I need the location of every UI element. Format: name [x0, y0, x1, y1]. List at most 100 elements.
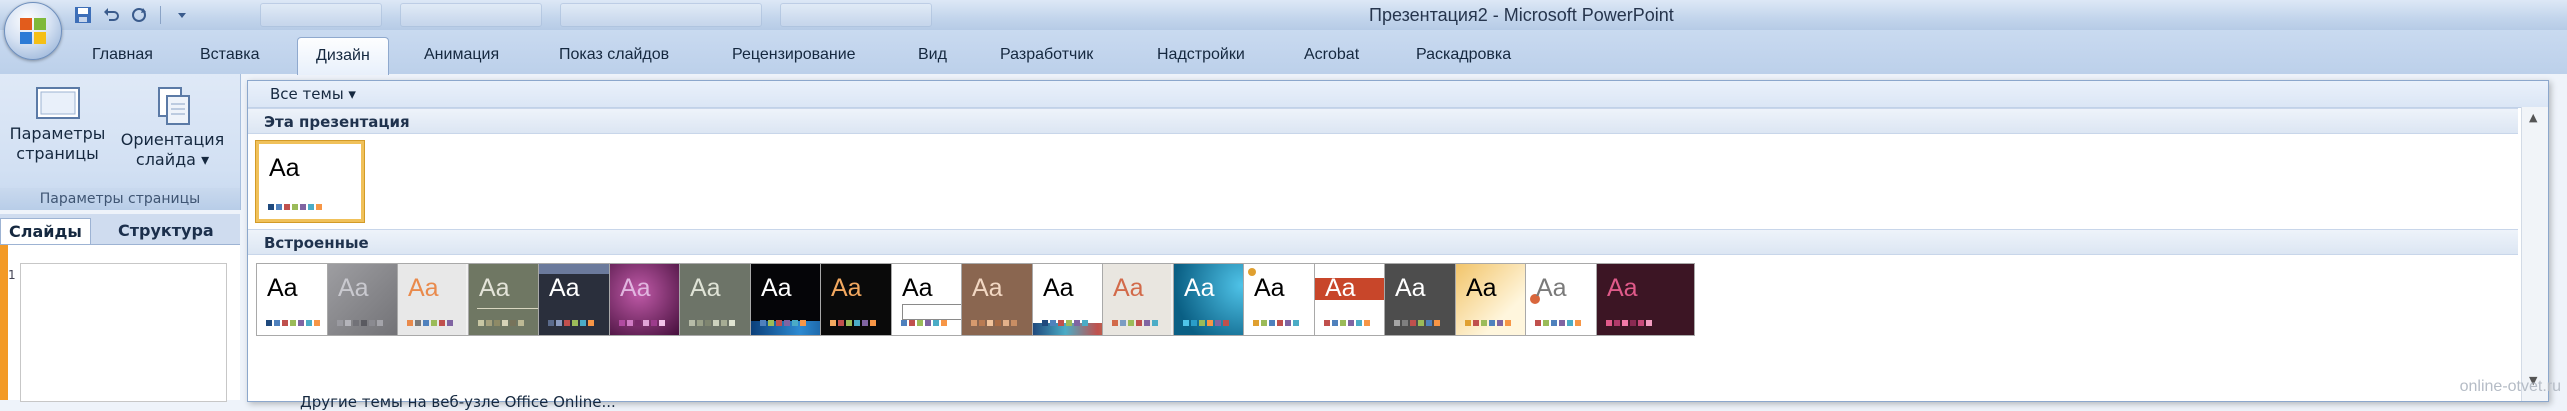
office-button[interactable] — [4, 2, 62, 60]
theme-aa-text: Aa — [690, 274, 721, 302]
theme-swatches — [1183, 320, 1229, 326]
window-title-text: Презентация2 - Microsoft PowerPoint — [1369, 5, 1674, 25]
color-swatch — [941, 320, 947, 326]
tab-home[interactable]: Главная — [78, 40, 167, 70]
more-themes-online-item[interactable]: Другие темы на веб-узле Office Online... — [300, 393, 616, 411]
page-setup-button[interactable]: Параметры страницы — [0, 80, 115, 190]
quick-access-toolbar — [72, 4, 193, 26]
color-swatch — [439, 320, 445, 326]
theme-aa-text: Aa — [1043, 274, 1074, 302]
tab-slides[interactable]: Слайды — [0, 218, 91, 244]
color-swatch — [1293, 320, 1299, 326]
theme-aa-text: Aa — [972, 274, 1003, 302]
color-swatch — [635, 320, 641, 326]
background-window-tab[interactable] — [780, 3, 932, 27]
color-swatch — [1003, 320, 1009, 326]
color-swatch — [697, 320, 703, 326]
color-swatch — [274, 320, 280, 326]
color-swatch — [268, 204, 274, 210]
background-window-tab[interactable] — [560, 3, 762, 27]
color-swatch — [659, 320, 665, 326]
theme-swatches — [689, 320, 735, 326]
color-swatch — [1481, 320, 1487, 326]
color-swatch — [1269, 320, 1275, 326]
theme-thumbnail[interactable]: Aa — [1596, 263, 1695, 336]
theme-thumbnail-current[interactable]: Aa — [256, 141, 364, 222]
color-swatch — [572, 320, 578, 326]
redo-icon[interactable] — [128, 4, 150, 26]
theme-aa-text: Aa — [1113, 274, 1144, 302]
page-setup-group: Параметры страницы Ориентация слайда ▾ П… — [0, 74, 241, 210]
tab-design[interactable]: Дизайн — [297, 37, 389, 75]
save-icon[interactable] — [72, 4, 94, 26]
theme-aa-text: Aa — [549, 274, 580, 302]
gallery-scrollbar[interactable]: ▲ ▼ — [2521, 107, 2548, 401]
background-window-tab[interactable] — [400, 3, 542, 27]
color-swatch — [353, 320, 359, 326]
scroll-up-icon[interactable]: ▲ — [2529, 111, 2537, 124]
color-swatch — [1277, 320, 1283, 326]
color-swatch — [729, 320, 735, 326]
slide-thumbnail[interactable] — [20, 263, 227, 402]
background-window-tab[interactable] — [260, 3, 382, 27]
color-swatch — [1082, 320, 1088, 326]
tab-animation[interactable]: Анимация — [410, 40, 513, 70]
color-swatch — [901, 320, 907, 326]
color-swatch — [917, 320, 923, 326]
color-swatch — [298, 320, 304, 326]
color-swatch — [1199, 320, 1205, 326]
color-swatch — [548, 320, 554, 326]
slide-orientation-label: Ориентация слайда ▾ — [120, 130, 225, 169]
theme-swatches — [971, 320, 1017, 326]
tab-slide-show[interactable]: Показ слайдов — [545, 40, 683, 70]
color-swatch — [377, 320, 383, 326]
color-swatch — [1120, 320, 1126, 326]
tab-view[interactable]: Вид — [904, 40, 961, 70]
color-swatch — [588, 320, 594, 326]
color-swatch — [1614, 320, 1620, 326]
color-swatch — [1559, 320, 1565, 326]
color-swatch — [308, 204, 314, 210]
watermark: online-otvet.ru — [2459, 378, 2561, 395]
tab-outline[interactable]: Структура — [110, 218, 222, 243]
theme-aa-text: Aa — [1184, 274, 1215, 302]
theme-aa-text: Aa — [1607, 274, 1638, 302]
theme-swatches — [337, 320, 383, 326]
tab-developer[interactable]: Разработчик — [986, 40, 1107, 70]
color-swatch — [1638, 320, 1644, 326]
slide-orientation-button[interactable]: Ориентация слайда ▾ — [115, 80, 230, 190]
color-swatch — [290, 320, 296, 326]
page-setup-icon — [35, 87, 80, 119]
tab-review[interactable]: Рецензирование — [718, 40, 870, 70]
customize-qat-icon[interactable] — [171, 4, 193, 26]
tab-acrobat[interactable]: Acrobat — [1290, 40, 1373, 70]
color-swatch — [1630, 320, 1636, 326]
theme-swatches — [1042, 320, 1088, 326]
window-title: Презентация2 - Microsoft PowerPoint — [1200, 5, 2100, 26]
color-swatch — [1497, 320, 1503, 326]
color-swatch — [971, 320, 977, 326]
theme-aa-text: Aa — [1466, 274, 1497, 302]
color-swatch — [760, 320, 766, 326]
theme-aa-text: Aa — [408, 274, 439, 302]
color-swatch — [987, 320, 993, 326]
color-swatch — [478, 320, 484, 326]
undo-icon[interactable] — [100, 4, 122, 26]
color-swatch — [1066, 320, 1072, 326]
color-swatch — [619, 320, 625, 326]
all-themes-dropdown[interactable]: Все темы ▾ — [264, 84, 362, 104]
theme-aa-text: Aa — [338, 274, 369, 302]
color-swatch — [1042, 320, 1048, 326]
theme-swatches — [1112, 320, 1158, 326]
color-swatch — [784, 320, 790, 326]
tab-insert[interactable]: Вставка — [186, 40, 273, 70]
color-swatch — [933, 320, 939, 326]
color-swatch — [314, 320, 320, 326]
color-swatch — [995, 320, 1001, 326]
theme-aa-text: Aa — [620, 274, 651, 302]
color-swatch — [830, 320, 836, 326]
tab-storyboard[interactable]: Раскадровка — [1402, 40, 1525, 70]
color-swatch — [854, 320, 860, 326]
tab-addins[interactable]: Надстройки — [1143, 40, 1259, 70]
theme-swatches — [548, 320, 594, 326]
